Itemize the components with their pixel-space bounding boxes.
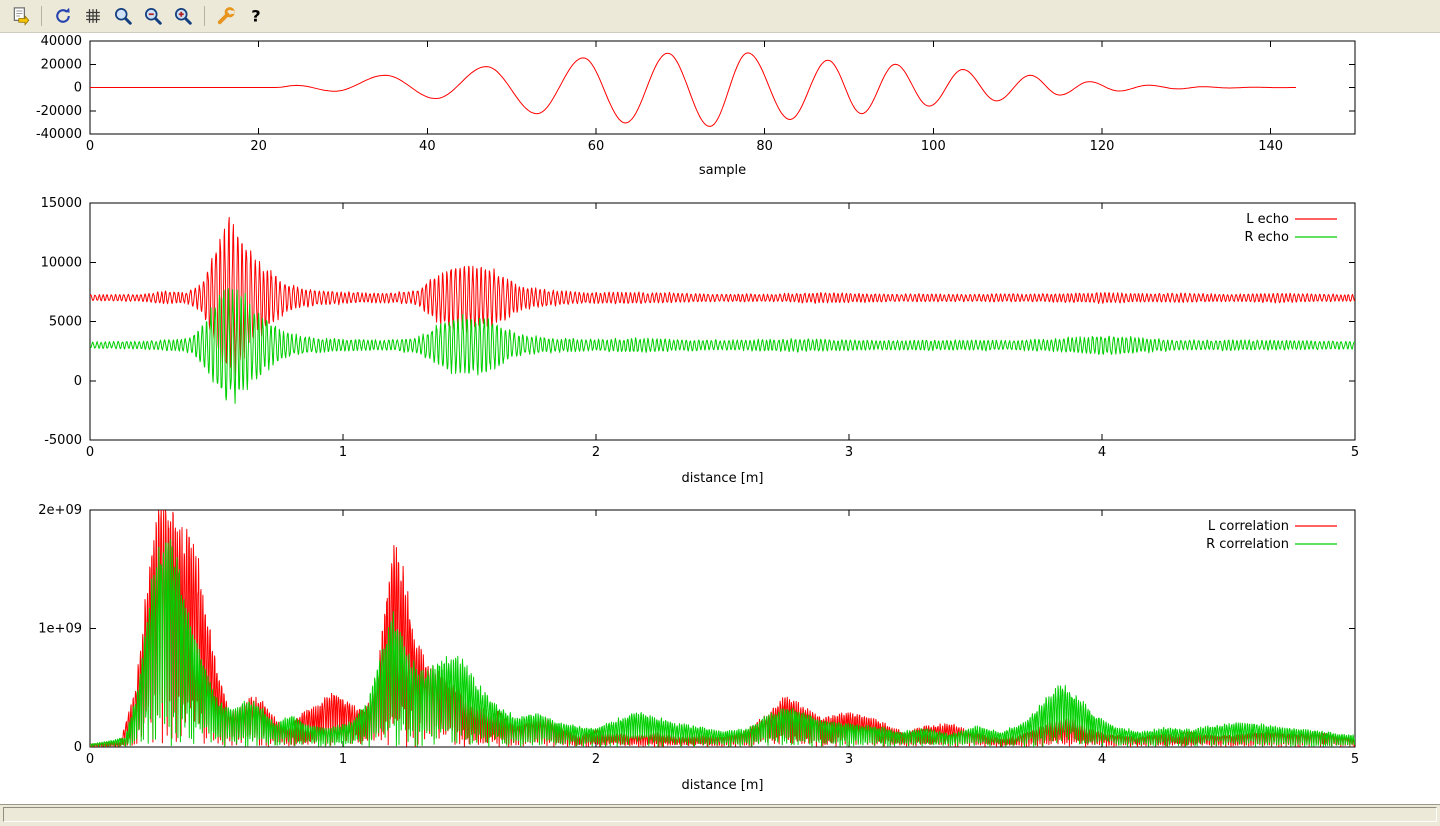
transmit-signal-chart[interactable]: 0 20 40 60 80 100 120 140 -40000 -20000 0 20000 4000… — [36, 34, 1355, 178]
x-tick-label: 0 — [86, 139, 94, 154]
correlation-chart[interactable]: 0 1 2 3 4 5 0 1e+09 2e+09 distance [m] L correlati… — [38, 503, 1359, 793]
copy-to-clipboard-button[interactable] — [6, 2, 34, 30]
y-tick-label: 0 — [74, 740, 82, 755]
legend-label-l-echo: L echo — [1246, 212, 1289, 227]
legend-label-r-echo: R echo — [1244, 230, 1289, 245]
y-tick-label: 2e+09 — [38, 503, 82, 518]
help-icon: ? — [246, 6, 266, 26]
toggle-grid-button[interactable] — [79, 2, 107, 30]
x-axis-label: distance [m] — [681, 471, 763, 486]
legend-label-r-correlation: R correlation — [1206, 537, 1289, 552]
x-tick-label: 0 — [86, 445, 94, 460]
x-tick-label: 60 — [588, 139, 605, 154]
x-tick-label: 1 — [339, 752, 347, 767]
replot-icon — [53, 6, 73, 26]
x-tick-label: 2 — [592, 752, 600, 767]
y-tick-label: -40000 — [36, 127, 82, 142]
x-tick-label: 20 — [250, 139, 267, 154]
y-tick-label: 1e+09 — [38, 622, 82, 637]
series-l-echo — [90, 217, 1355, 376]
echo-signals-chart[interactable]: 0 1 2 3 4 5 -5000 0 5000 10000 15000 distance [m] L … — [41, 196, 1360, 486]
x-tick-label: 80 — [756, 139, 773, 154]
toolbar-separator — [41, 6, 42, 26]
help-glyph: ? — [251, 7, 260, 26]
help-button[interactable]: ? — [242, 2, 270, 30]
y-tick-label: 20000 — [41, 57, 82, 72]
toolbar-separator — [204, 6, 205, 26]
series-l-correlation — [90, 509, 1355, 747]
y-tick-label: -5000 — [44, 433, 82, 448]
gnuplot-window: ? 020406080100120140-40000-2000002000040… — [0, 0, 1440, 825]
x-tick-label: 0 — [86, 752, 94, 767]
configure-terminal-button[interactable] — [212, 2, 240, 30]
status-field — [3, 807, 1437, 822]
status-bar — [0, 804, 1440, 826]
x-tick-label: 5 — [1351, 445, 1359, 460]
x-tick-label: 4 — [1098, 752, 1106, 767]
y-tick-label: 5000 — [49, 315, 82, 330]
x-tick-label: 40 — [419, 139, 436, 154]
series-signal — [90, 53, 1296, 127]
x-tick-label: 2 — [592, 445, 600, 460]
x-tick-label: 100 — [921, 139, 946, 154]
plot-canvas[interactable]: 020406080100120140-40000-200000200004000… — [0, 33, 1440, 804]
plot-border — [90, 510, 1355, 747]
copy-to-clipboard-icon — [10, 6, 30, 26]
y-tick-label: 15000 — [41, 196, 82, 211]
x-axis-label: sample — [699, 163, 746, 178]
x-tick-label: 4 — [1098, 445, 1106, 460]
x-tick-label: 3 — [845, 752, 853, 767]
zoom-next-button[interactable] — [169, 2, 197, 30]
zoom-region-icon — [113, 6, 133, 26]
x-tick-label: 1 — [339, 445, 347, 460]
y-tick-label: 10000 — [41, 255, 82, 270]
grid-icon — [83, 6, 103, 26]
x-axis-label: distance [m] — [681, 778, 763, 793]
x-tick-label: 140 — [1258, 139, 1283, 154]
y-tick-label: 0 — [74, 81, 82, 96]
wrench-icon — [216, 6, 236, 26]
zoom-previous-button[interactable] — [139, 2, 167, 30]
y-tick-label: 40000 — [41, 34, 82, 49]
zoom-previous-icon — [143, 6, 163, 26]
y-tick-label: 0 — [74, 374, 82, 389]
plot-border — [90, 203, 1355, 440]
x-tick-label: 120 — [1090, 139, 1115, 154]
series-r-echo — [90, 288, 1355, 403]
legend-label-l-correlation: L correlation — [1208, 519, 1289, 534]
zoom-region-button[interactable] — [109, 2, 137, 30]
toolbar: ? — [0, 0, 1440, 33]
x-tick-label: 5 — [1351, 752, 1359, 767]
replot-button[interactable] — [49, 2, 77, 30]
y-tick-label: -20000 — [36, 104, 82, 119]
x-tick-label: 3 — [845, 445, 853, 460]
zoom-next-icon — [173, 6, 193, 26]
plots-svg[interactable]: 020406080100120140-40000-200000200004000… — [0, 33, 1440, 804]
series-r-correlation — [90, 539, 1355, 746]
